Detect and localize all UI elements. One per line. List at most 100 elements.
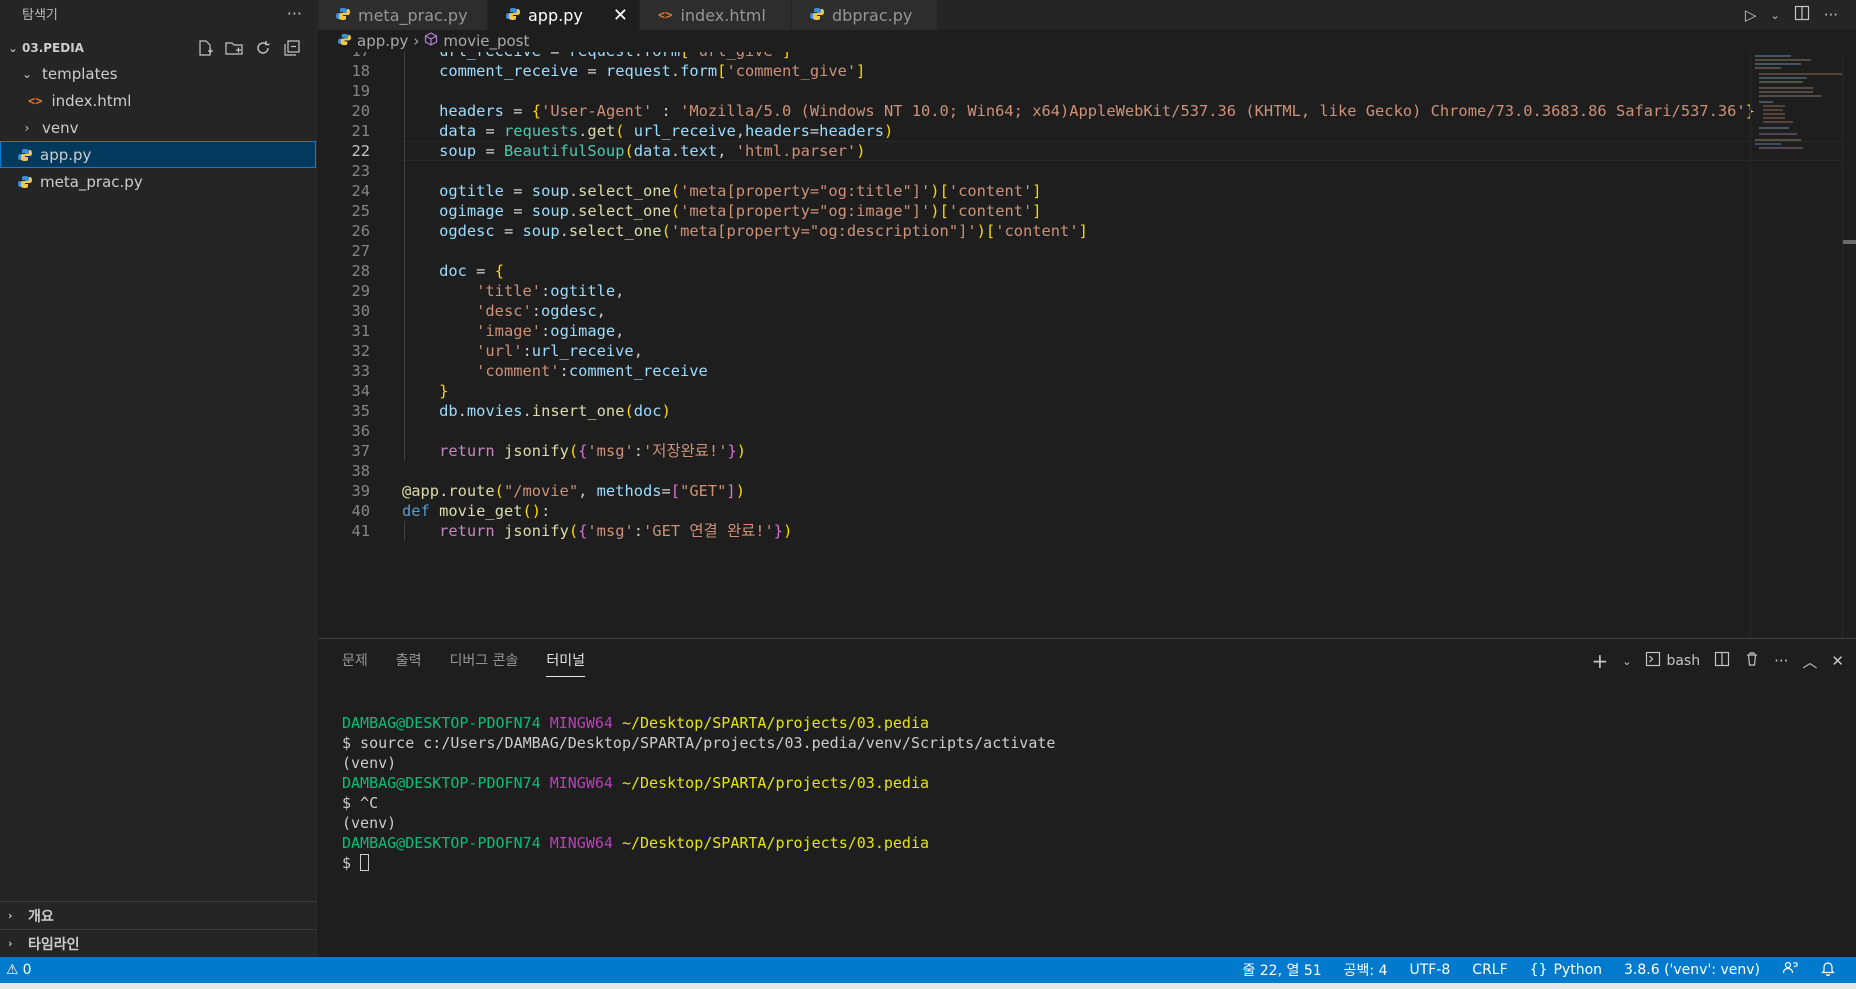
tree-item-app-py[interactable]: app.py bbox=[0, 141, 316, 168]
terminal-prompt: $ bbox=[342, 854, 361, 872]
tree-item-label: templates bbox=[42, 64, 118, 83]
line-number: 37 bbox=[351, 442, 370, 460]
line-number: 33 bbox=[351, 362, 370, 380]
vertical-scrollbar[interactable] bbox=[1842, 52, 1856, 638]
line-number: 20 bbox=[351, 102, 370, 120]
terminal-line: DAMBAG@DESKTOP-PDOFN74 MINGW64 ~/Desktop… bbox=[342, 834, 930, 852]
problems-indicator[interactable]: ⚠ 0 bbox=[0, 962, 31, 978]
more-actions-icon[interactable]: ··· bbox=[1824, 6, 1838, 24]
language-mode[interactable]: {} Python bbox=[1530, 962, 1602, 978]
new-terminal-icon[interactable]: + bbox=[1591, 649, 1608, 673]
maximize-panel-icon[interactable]: ︿ bbox=[1802, 651, 1817, 672]
language-label: Python bbox=[1553, 962, 1603, 978]
chevron-down-icon[interactable]: ⌄ bbox=[1770, 9, 1779, 22]
tab-problems[interactable]: 문제 bbox=[342, 644, 368, 676]
close-icon[interactable]: ✕ bbox=[613, 5, 628, 26]
line-number: 18 bbox=[351, 62, 370, 80]
breadcrumb-symbol[interactable]: movie_post bbox=[443, 32, 529, 50]
more-actions-icon[interactable]: ··· bbox=[287, 4, 302, 23]
indentation[interactable]: 공백: 4 bbox=[1344, 960, 1388, 980]
line-number: 40 bbox=[351, 502, 370, 520]
close-panel-icon[interactable]: ✕ bbox=[1831, 652, 1844, 670]
tab-debug-console[interactable]: 디버그 콘솔 bbox=[450, 644, 519, 676]
code-line: 21 data = requests.get( url_receive,head… bbox=[318, 121, 1718, 141]
collapse-all-icon[interactable] bbox=[282, 38, 302, 58]
tab-app-py[interactable]: app.py ✕ bbox=[488, 0, 640, 30]
tree-item-templates[interactable]: ⌄ templates bbox=[0, 60, 316, 87]
run-icon[interactable]: ▷ bbox=[1745, 6, 1757, 24]
timeline-label: 타임라인 bbox=[28, 936, 80, 953]
tab-dbprac-py[interactable]: dbprac.py bbox=[792, 0, 938, 30]
new-file-icon[interactable] bbox=[195, 38, 215, 58]
tree-item-label: index.html bbox=[51, 91, 132, 110]
html-file-icon: <> bbox=[658, 8, 673, 22]
timeline-section-header[interactable]: › 타임라인 bbox=[0, 929, 317, 957]
python-file-icon bbox=[336, 6, 350, 25]
chevron-down-icon[interactable]: ⌄ bbox=[1622, 655, 1631, 668]
tab-terminal[interactable]: 터미널 bbox=[546, 644, 586, 677]
line-number: 39 bbox=[351, 482, 370, 500]
cursor-position[interactable]: 줄 22, 열 51 bbox=[1242, 960, 1321, 980]
terminal-output[interactable]: DAMBAG@DESKTOP-PDOFN74 MINGW64 ~/Desktop… bbox=[342, 713, 1055, 873]
python-file-icon bbox=[810, 6, 824, 25]
tree-item-label: app.py bbox=[40, 145, 92, 164]
feedback-icon[interactable] bbox=[1782, 960, 1798, 980]
more-actions-icon[interactable]: ··· bbox=[1774, 652, 1788, 670]
code-line: 26 ogdesc = soup.select_one('meta[proper… bbox=[318, 221, 1718, 241]
code-line-current: 22 soup = BeautifulSoup(data.text, 'html… bbox=[318, 141, 1718, 161]
code-line: 25 ogimage = soup.select_one('meta[prope… bbox=[318, 201, 1718, 221]
code-line: 35 db.movies.insert_one(doc) bbox=[318, 401, 1718, 421]
line-number: 17 bbox=[318, 52, 370, 61]
split-editor-icon[interactable] bbox=[1794, 5, 1810, 25]
terminal-shell-selector[interactable]: bash bbox=[1645, 651, 1700, 671]
code-line: 24 ogtitle = soup.select_one('meta[prope… bbox=[318, 181, 1718, 201]
explorer-sidebar: 탐색기 ··· ⌄ 03.PEDIA ⌄ templates <> index.… bbox=[0, 0, 317, 957]
terminal-line: (venv) bbox=[342, 814, 397, 832]
code-line: 41 return jsonify({'msg':'GET 연결 완료!'}) bbox=[318, 521, 1718, 541]
code-line: 36 bbox=[318, 421, 1718, 441]
braces-icon: {} bbox=[1529, 962, 1548, 978]
taskbar-edge bbox=[0, 983, 1856, 989]
code-line: 28 doc = { bbox=[318, 261, 1718, 281]
python-interpreter[interactable]: 3.8.6 ('venv': venv) bbox=[1624, 962, 1760, 978]
code-line: 18 comment_receive = request.form['comme… bbox=[318, 61, 1718, 81]
line-number: 19 bbox=[351, 82, 370, 100]
terminal-line: DAMBAG@DESKTOP-PDOFN74 MINGW64 ~/Desktop… bbox=[342, 714, 930, 732]
breadcrumb-file[interactable]: app.py bbox=[357, 32, 408, 50]
line-ending[interactable]: CRLF bbox=[1472, 962, 1507, 978]
line-number: 32 bbox=[351, 342, 370, 360]
notifications-icon[interactable] bbox=[1820, 960, 1836, 980]
breadcrumb: app.py › movie_post bbox=[318, 30, 1856, 52]
refresh-icon[interactable] bbox=[253, 38, 273, 58]
tab-label: index.html bbox=[680, 5, 766, 25]
tree-item-venv[interactable]: › venv bbox=[0, 114, 316, 141]
project-folder-header[interactable]: ⌄ 03.PEDIA bbox=[0, 36, 316, 60]
line-number: 28 bbox=[351, 262, 370, 280]
tab-index-html[interactable]: <> index.html bbox=[640, 0, 792, 30]
tree-item-index-html[interactable]: <> index.html bbox=[0, 87, 316, 114]
split-terminal-icon[interactable] bbox=[1714, 651, 1730, 671]
line-number: 22 bbox=[351, 142, 370, 160]
tree-item-label: meta_prac.py bbox=[40, 172, 143, 191]
new-folder-icon[interactable] bbox=[224, 38, 244, 58]
html-file-icon: <> bbox=[28, 93, 43, 108]
chevron-down-icon: ⌄ bbox=[21, 66, 33, 81]
line-number: 25 bbox=[351, 202, 370, 220]
python-file-icon bbox=[338, 32, 351, 50]
python-file-icon bbox=[506, 6, 520, 25]
code-editor[interactable]: 17 url_receive = request.form['url_give'… bbox=[318, 52, 1856, 638]
scrollbar-thumb[interactable] bbox=[1843, 240, 1856, 244]
project-name: 03.PEDIA bbox=[22, 41, 84, 55]
line-number: 30 bbox=[351, 302, 370, 320]
warning-icon: ⚠ bbox=[6, 962, 19, 978]
tree-item-meta-prac-py[interactable]: meta_prac.py bbox=[0, 168, 316, 195]
tab-output[interactable]: 출력 bbox=[396, 644, 422, 676]
outline-section-header[interactable]: › 개요 bbox=[0, 901, 317, 929]
code-line: 27 bbox=[318, 241, 1718, 261]
encoding[interactable]: UTF-8 bbox=[1409, 962, 1450, 978]
minimap[interactable] bbox=[1750, 52, 1846, 638]
line-number: 24 bbox=[351, 182, 370, 200]
tab-meta-prac-py[interactable]: meta_prac.py bbox=[318, 0, 488, 30]
trash-icon[interactable] bbox=[1744, 651, 1760, 671]
tab-label: dbprac.py bbox=[832, 5, 913, 25]
